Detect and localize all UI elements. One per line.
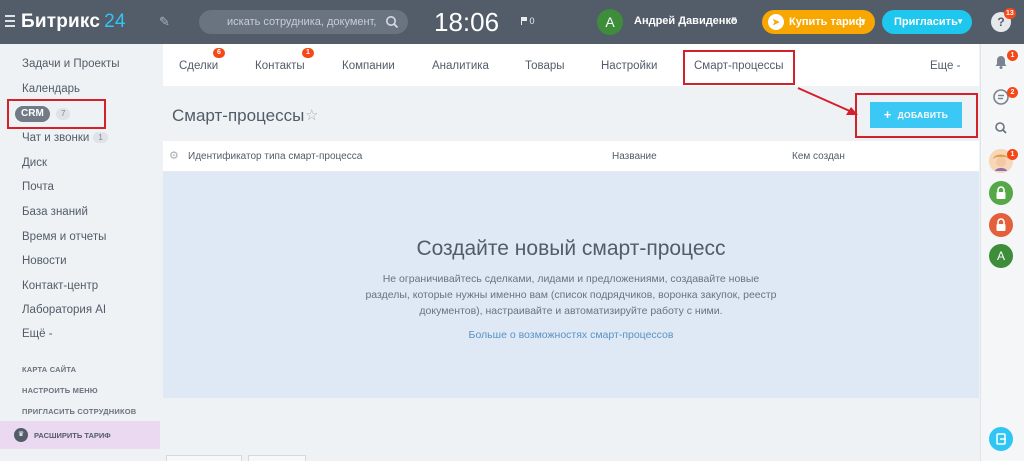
buy-tariff-button[interactable]: ➤ Купить тариф ▼: [762, 10, 875, 34]
open-lines-icon[interactable]: [989, 427, 1013, 451]
page-title: Смарт-процессы: [172, 106, 305, 125]
chevron-down-icon: ▼: [859, 17, 867, 26]
sidebar-item-news[interactable]: Новости: [22, 255, 67, 267]
tab-more[interactable]: Еще -: [930, 60, 960, 72]
tab-deals[interactable]: Сделки 6: [179, 48, 225, 72]
sidebar-item-knowledge[interactable]: База знаний: [22, 206, 88, 218]
tab-deals-badge: 6: [213, 48, 225, 58]
logo-number: 24: [104, 11, 126, 32]
invite-employees-link[interactable]: ПРИГЛАСИТЬ СОТРУДНИКОВ: [22, 407, 136, 416]
sidebar-item-time[interactable]: Время и отчеты: [22, 231, 106, 243]
sidebar-item-mail[interactable]: Почта: [22, 181, 54, 193]
search-box[interactable]: [199, 10, 408, 34]
search-input[interactable]: [199, 10, 379, 34]
learn-more-label[interactable]: Больше о возможностях смарт-процессов: [469, 329, 674, 341]
column-header[interactable]: Кем создан: [792, 151, 845, 162]
table-header: ⚙ Идентификатор типа смарт-процесса Назв…: [163, 141, 979, 172]
rocket-icon: ➤: [768, 14, 784, 30]
star-icon[interactable]: ☆: [305, 106, 318, 124]
pencil-icon[interactable]: ✎: [159, 14, 170, 30]
invite-label: Пригласить: [894, 16, 958, 28]
sidebar-item-contact-center[interactable]: Контакт-центр: [22, 280, 98, 292]
upgrade-tariff-label: РАСШИРИТЬ ТАРИФ: [34, 431, 111, 440]
chat-badge: 2: [1007, 87, 1018, 98]
pagination-stub[interactable]: [248, 455, 306, 461]
empty-state: Создайте новый смарт-процесс Не ограничи…: [163, 172, 979, 398]
search-icon[interactable]: [989, 116, 1013, 140]
menu-burger-icon[interactable]: [5, 15, 15, 27]
chevron-down-icon[interactable]: ▼: [730, 15, 738, 24]
sidebar-item-ai-lab[interactable]: Лаборатория AI: [22, 304, 106, 316]
crown-icon: ♛: [14, 428, 28, 442]
logo-name: Битрикс: [21, 11, 101, 32]
sidebar-item-calendar[interactable]: Календарь: [22, 83, 80, 95]
crm-tabs: Сделки 6 Контакты 1 Компании Аналитика Тов…: [163, 44, 979, 86]
tab-companies[interactable]: Компании: [342, 60, 395, 72]
upgrade-tariff-button[interactable]: ♛ РАСШИРИТЬ ТАРИФ: [0, 421, 160, 449]
help-badge: 13: [1004, 8, 1016, 19]
configure-menu-link[interactable]: НАСТРОИТЬ МЕНЮ: [22, 386, 98, 395]
sidebar-item-chat[interactable]: Чат и звонки 1: [22, 132, 108, 144]
tab-contacts-badge: 1: [302, 48, 314, 58]
flag-count: 0: [529, 16, 535, 26]
tab-settings[interactable]: Настройки: [601, 60, 657, 72]
empty-state-text: Не ограничивайтесь сделками, лидами и пр…: [365, 273, 777, 317]
sidebar-item-more[interactable]: Ещё -: [22, 328, 53, 340]
gear-icon[interactable]: ⚙: [169, 149, 179, 162]
clock[interactable]: 18:06: [434, 7, 499, 38]
lock-icon[interactable]: [989, 181, 1013, 205]
user-avatar[interactable]: A: [597, 9, 623, 35]
tab-label: Контакты: [255, 60, 305, 72]
lock-icon[interactable]: [989, 213, 1013, 237]
column-header[interactable]: Название: [612, 151, 657, 162]
logo[interactable]: Битрикс 24: [21, 11, 126, 33]
column-header[interactable]: Идентификатор типа смарт-процесса: [188, 151, 362, 162]
sitemap-link[interactable]: КАРТА САЙТА: [22, 365, 76, 374]
sidebar-item-label: Чат и звонки: [22, 132, 90, 144]
top-bar: Битрикс24 ✎ 18:06 0 A Андрей Давиденко ▼…: [0, 0, 1024, 44]
learn-more-link[interactable]: Больше о возможностях смарт-процессов: [163, 329, 979, 341]
user-avatar[interactable]: A: [989, 244, 1013, 268]
invite-button[interactable]: Пригласить ▼: [882, 10, 972, 34]
search-icon[interactable]: [385, 15, 399, 29]
crm-highlight-frame: [7, 99, 106, 129]
flag-icon: [521, 17, 527, 25]
user-badge: 1: [1007, 149, 1018, 160]
empty-state-title: Создайте новый смарт-процесс: [416, 237, 726, 260]
sidebar-item-disk[interactable]: Диск: [22, 157, 47, 169]
tab-label: Сделки: [179, 60, 219, 72]
add-highlight-frame: [855, 93, 978, 138]
tab-products[interactable]: Товары: [525, 60, 565, 72]
chevron-down-icon: ▼: [956, 17, 964, 26]
user-name[interactable]: Андрей Давиденко: [634, 15, 738, 27]
sidebar-chat-count: 1: [93, 132, 108, 143]
notifications-badge: 1: [1007, 50, 1018, 61]
tab-analytics[interactable]: Аналитика: [432, 60, 489, 72]
tab-highlight-frame: [683, 50, 795, 85]
work-day-indicator[interactable]: 0: [521, 16, 535, 26]
buy-tariff-label: Купить тариф: [789, 16, 866, 28]
tab-contacts[interactable]: Контакты 1: [255, 48, 314, 72]
bottom-controls: [166, 455, 306, 461]
pagination-stub[interactable]: [166, 455, 242, 461]
sidebar-item-tasks[interactable]: Задачи и Проекты: [22, 58, 120, 70]
